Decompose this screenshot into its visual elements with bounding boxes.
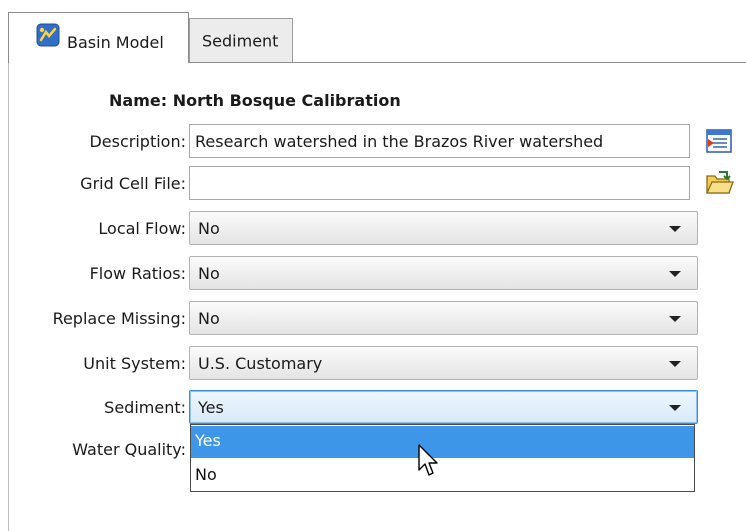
mouse-cursor-icon [418,444,438,476]
sediment-value: Yes [198,398,224,417]
open-folder-icon [705,171,734,194]
basin-model-icon [36,23,60,47]
replace-missing-value: No [198,309,220,328]
tab-strip: Basin Model Sediment [0,0,746,63]
chevron-down-icon [669,361,681,367]
flow-ratios-select[interactable]: No [189,256,698,290]
local-flow-label: Local Flow: [98,219,186,238]
water-quality-label: Water Quality: [72,440,186,459]
chevron-down-icon [669,316,681,322]
name-value: North Bosque Calibration [172,91,401,110]
sediment-label: Sediment: [104,398,186,417]
basin-name: Name: North Bosque Calibration [109,91,401,110]
tab-basin-model[interactable]: Basin Model [8,12,189,63]
description-field[interactable]: Research watershed in the Brazos River w… [189,124,690,158]
tab-sediment[interactable]: Sediment [189,18,293,62]
tab-basin-model-label: Basin Model [67,33,164,52]
local-flow-select[interactable]: No [189,211,698,245]
edit-description-icon [706,129,732,153]
grid-cell-browse-button[interactable] [704,168,734,198]
sediment-dropdown-list: Yes No [190,424,695,492]
flow-ratios-label: Flow Ratios: [89,264,186,283]
unit-system-value: U.S. Customary [198,354,323,373]
name-label: Name: [109,91,168,110]
chevron-down-icon [669,271,681,277]
unit-system-select[interactable]: U.S. Customary [189,346,698,380]
replace-missing-label: Replace Missing: [52,309,186,328]
flow-ratios-value: No [198,264,220,283]
chevron-down-icon [669,226,681,232]
replace-missing-select[interactable]: No [189,301,698,335]
description-label: Description: [89,132,186,151]
grid-cell-label: Grid Cell File: [80,174,186,193]
grid-cell-field[interactable] [189,166,690,200]
description-edit-button[interactable] [704,126,734,156]
sediment-select[interactable]: Yes [189,390,698,424]
sediment-option-no[interactable]: No [191,460,694,492]
unit-system-label: Unit System: [83,354,186,373]
panel-left-border [8,62,9,531]
chevron-down-icon [669,405,681,411]
description-value: Research watershed in the Brazos River w… [195,132,604,151]
tab-sediment-label: Sediment [202,31,279,50]
sediment-option-yes[interactable]: Yes [191,426,694,458]
local-flow-value: No [198,219,220,238]
